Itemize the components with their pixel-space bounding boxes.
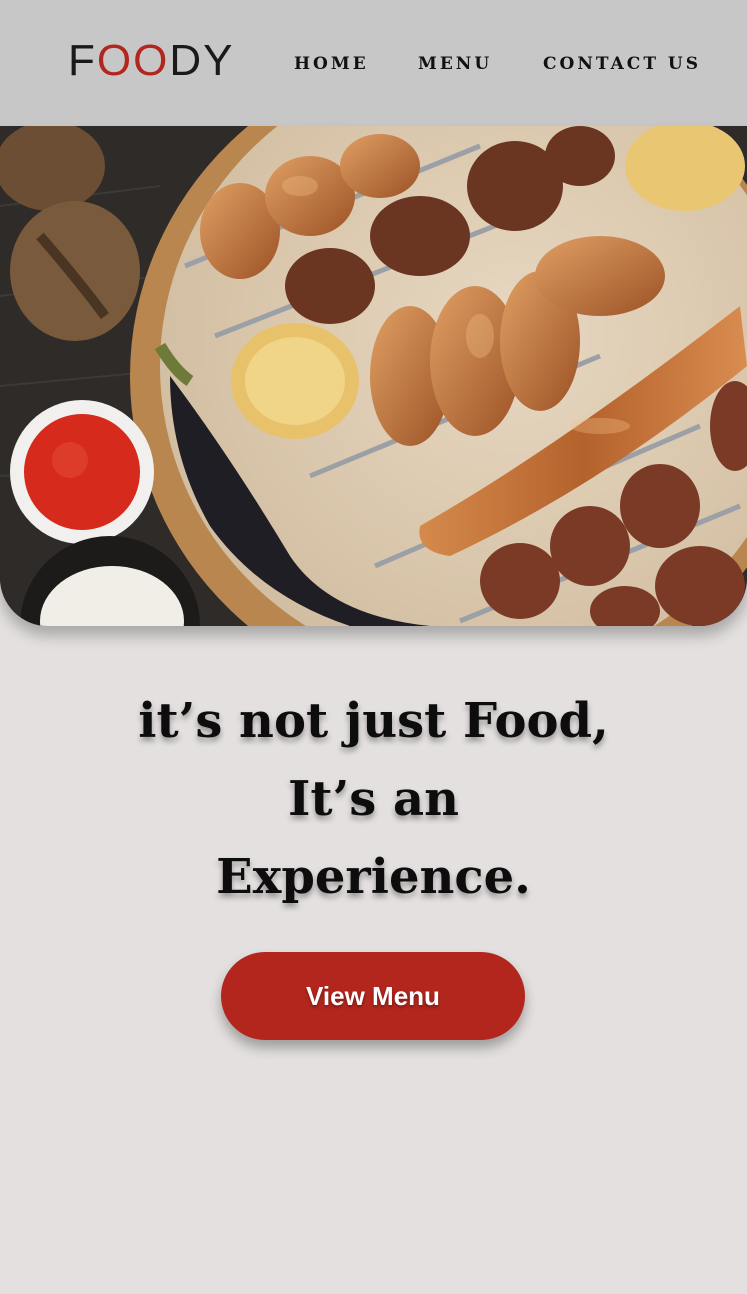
headline-line-3: Experience. [216,849,531,905]
site-header: FOODY HOME MENU CONTACT US [0,0,747,126]
nav-menu-link[interactable]: MENU [418,53,492,75]
headline-line-2: It’s an [287,771,460,827]
logo-letters-oo: OO [96,36,170,85]
headline-line-1: it’s not just Food, [138,693,609,749]
view-menu-button[interactable]: View Menu [221,952,525,1040]
grilled-food-platter-image [0,126,747,626]
logo-letters-dy: DY [169,36,235,85]
nav-contact-link[interactable]: CONTACT US [543,53,701,75]
hero-headline: it’s not just Food, It’s an Experience. [0,682,747,916]
logo[interactable]: FOODY [68,37,234,85]
hero-image [0,126,747,626]
nav-home-link[interactable]: HOME [294,53,369,75]
logo-letter-f: F [68,36,97,85]
